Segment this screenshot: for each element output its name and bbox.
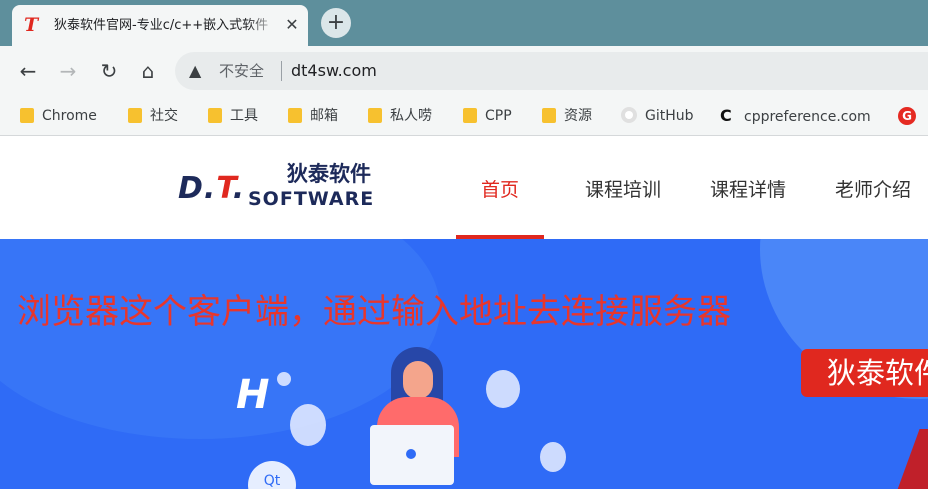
bubble-icon bbox=[277, 372, 291, 386]
folder-icon bbox=[542, 108, 556, 123]
url-text[interactable]: dt4sw.com bbox=[291, 61, 377, 81]
address-bar[interactable]: ▲ 不安全 dt4sw.com bbox=[175, 52, 928, 90]
folder-icon bbox=[288, 108, 302, 123]
bubble-icon bbox=[290, 404, 326, 446]
tab-title-fade bbox=[248, 14, 278, 38]
nav-course-details[interactable]: 课程详情 bbox=[710, 176, 786, 204]
logo-chinese-text: 狄泰软件 bbox=[287, 162, 371, 186]
dt-favicon-icon: T bbox=[24, 14, 39, 36]
folder-icon bbox=[20, 108, 34, 123]
bookmark-resources[interactable]: 资源 bbox=[542, 106, 592, 126]
bookmark-chrome[interactable]: Chrome bbox=[20, 106, 97, 126]
folder-icon bbox=[368, 108, 382, 123]
bubble-icon bbox=[540, 442, 566, 472]
reload-icon[interactable]: ↻ bbox=[96, 58, 122, 84]
logo-software-text: SOFTWARE bbox=[248, 188, 375, 210]
github-icon bbox=[621, 107, 637, 123]
red-g-icon: G bbox=[898, 107, 916, 125]
folder-icon bbox=[128, 108, 142, 123]
bookmark-social[interactable]: 社交 bbox=[128, 106, 178, 126]
new-tab-button[interactable]: + bbox=[321, 8, 351, 38]
banner-decoration bbox=[0, 239, 440, 439]
bookmark-github[interactable]: GitHub bbox=[621, 106, 694, 126]
banner-decoration bbox=[890, 429, 928, 489]
hero-banner[interactable]: 浏览器这个客户端，通过输入地址去连接服务器 狄泰软件 H Qt bbox=[0, 239, 928, 489]
security-label[interactable]: 不安全 bbox=[219, 61, 264, 81]
banner-headline: 浏览器这个客户端，通过输入地址去连接服务器 bbox=[17, 292, 731, 332]
tab-strip: T 狄泰软件官网-专业c/c++嵌入式软件 ✕ + bbox=[0, 0, 928, 46]
banner-brand-tag: 狄泰软件 bbox=[801, 349, 928, 397]
nav-courses[interactable]: 课程培训 bbox=[585, 176, 661, 204]
browser-tab[interactable]: T 狄泰软件官网-专业c/c++嵌入式软件 ✕ bbox=[12, 5, 308, 46]
bookmark-cpp[interactable]: CPP bbox=[463, 106, 512, 126]
folder-icon bbox=[208, 108, 222, 123]
folder-icon bbox=[463, 108, 477, 123]
chat-bubble-icon bbox=[486, 370, 520, 408]
qt-icon: Qt bbox=[248, 461, 296, 489]
site-logo[interactable]: D.T. bbox=[178, 172, 245, 206]
close-icon[interactable]: ✕ bbox=[282, 15, 302, 35]
person-face bbox=[403, 361, 433, 399]
nav-teachers[interactable]: 老师介绍 bbox=[835, 176, 911, 204]
warning-icon[interactable]: ▲ bbox=[189, 61, 207, 81]
nav-home[interactable]: 首页 bbox=[481, 176, 519, 204]
browser-toolbar: ← → ↻ ⌂ ▲ 不安全 dt4sw.com bbox=[0, 46, 928, 96]
forward-icon[interactable]: → bbox=[55, 58, 81, 84]
bookmark-mail[interactable]: 邮箱 bbox=[288, 106, 338, 126]
bookmarks-bar: Chrome 社交 工具 邮箱 私人唠 CPP 资源 GitHub Ccppre… bbox=[0, 96, 928, 136]
cppreference-icon: C bbox=[720, 106, 732, 125]
back-icon[interactable]: ← bbox=[15, 58, 41, 84]
bookmark-red-g[interactable]: G bbox=[898, 106, 916, 126]
bookmark-private[interactable]: 私人唠 bbox=[368, 106, 432, 126]
bookmark-tools[interactable]: 工具 bbox=[208, 106, 258, 126]
bookmark-cppreference[interactable]: Ccppreference.com bbox=[720, 106, 871, 126]
tab-title: 狄泰软件官网-专业c/c++嵌入式软件 bbox=[54, 18, 269, 33]
site-header: D.T. 狄泰软件 SOFTWARE 首页 课程培训 课程详情 老师介绍 bbox=[0, 136, 928, 239]
home-icon[interactable]: ⌂ bbox=[135, 58, 161, 84]
laptop-logo-icon bbox=[406, 449, 416, 459]
omnibox-divider bbox=[281, 61, 282, 81]
